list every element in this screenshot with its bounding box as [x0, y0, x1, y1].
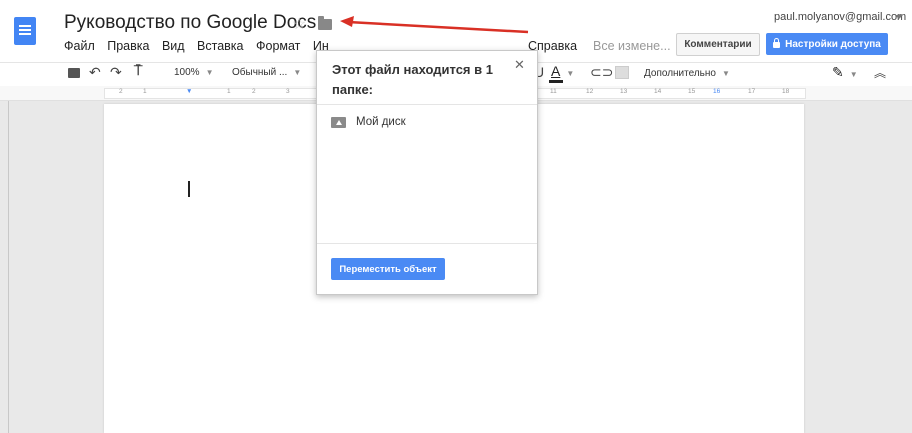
link-icon[interactable]: ⊂⊃	[590, 64, 613, 81]
menu-item-edit[interactable]: Правка	[107, 39, 149, 53]
folder-name: Мой диск	[356, 116, 406, 128]
chevron-down-icon: ▼	[205, 68, 214, 77]
zoom-value: 100%	[174, 67, 200, 78]
comment-icon[interactable]	[615, 66, 629, 79]
folder-item-my-drive[interactable]: Мой диск	[331, 113, 406, 131]
account-email[interactable]: paul.molyanov@gmail.com	[774, 11, 906, 23]
text-color-letter: A	[551, 63, 561, 79]
share-button-label: Настройки доступа	[785, 38, 881, 50]
menu-item-view[interactable]: Вид	[162, 39, 185, 53]
text-cursor	[188, 181, 190, 197]
style-value: Обычный ...	[232, 67, 288, 78]
save-status[interactable]: Все измене...	[593, 39, 671, 53]
collapse-icon[interactable]: ︽	[874, 64, 886, 81]
chevron-down-icon: ▼	[293, 68, 302, 77]
chevron-down-icon: ▼	[566, 69, 575, 78]
ruler-tick: 12	[586, 88, 594, 95]
drive-icon	[331, 116, 346, 128]
ruler-tick: 16	[713, 88, 721, 95]
move-object-button[interactable]: Переместить объект	[331, 258, 445, 280]
folder-icon[interactable]	[318, 16, 332, 30]
ruler-tick: 2	[119, 88, 123, 95]
more-button[interactable]: Дополнительно ▼	[644, 68, 730, 79]
close-icon[interactable]: ✕	[514, 57, 525, 73]
workspace-edge	[8, 101, 9, 433]
menu-item-format[interactable]: Формат	[256, 39, 300, 53]
share-button[interactable]: Настройки доступа	[766, 33, 888, 55]
ruler-tick: 15	[688, 88, 696, 95]
chevron-down-icon: ▼	[849, 70, 858, 79]
ruler-tick: 3	[286, 88, 290, 95]
chevron-down-icon[interactable]	[895, 15, 903, 19]
divider	[317, 243, 537, 244]
print-icon[interactable]	[68, 68, 80, 78]
ruler-tick: 11	[550, 88, 557, 95]
undo-icon[interactable]: ↶	[89, 64, 101, 81]
zoom-select[interactable]: 100% ▼	[174, 67, 214, 78]
annotation-arrow	[340, 16, 529, 34]
pen-icon[interactable]: ✎ ▼	[832, 64, 858, 81]
text-color-indicator	[549, 80, 563, 83]
text-color-button[interactable]: A ▼	[551, 63, 574, 79]
redo-icon[interactable]: ↷	[110, 64, 122, 81]
divider	[317, 104, 537, 105]
ruler-tick: 18	[782, 88, 790, 95]
menu-item-file[interactable]: Файл	[64, 39, 95, 53]
more-label: Дополнительно	[644, 68, 716, 79]
style-select[interactable]: Обычный ... ▼	[232, 67, 301, 78]
doc-title[interactable]: Руководство по Google Docs	[64, 12, 316, 34]
docs-logo-icon[interactable]	[14, 17, 36, 45]
menu-item-insert[interactable]: Вставка	[197, 39, 243, 53]
star-icon[interactable]: ☆	[292, 14, 306, 34]
menu-bar: Файл Правка Вид Вставка Формат Ин	[64, 39, 338, 57]
ruler-tick: 2	[252, 88, 256, 95]
paint-format-icon[interactable]: ⍑	[134, 62, 142, 79]
ruler-tick: 17	[748, 88, 756, 95]
lock-icon	[773, 38, 781, 48]
chevron-down-icon: ▼	[721, 69, 730, 78]
popup-title: Этот файл находится в 1 папке:	[332, 62, 493, 97]
folder-location-popup: Этот файл находится в 1 папке: ✕ Мой дис…	[316, 50, 538, 295]
comments-button[interactable]: Комментарии	[676, 33, 760, 56]
ruler-tick: 1	[143, 88, 147, 95]
ruler-tick: 1	[227, 88, 231, 95]
ruler-tick: 13	[620, 88, 628, 95]
ruler-tick: 14	[654, 88, 662, 95]
ruler-indent-marker[interactable]: ▼	[186, 88, 192, 95]
